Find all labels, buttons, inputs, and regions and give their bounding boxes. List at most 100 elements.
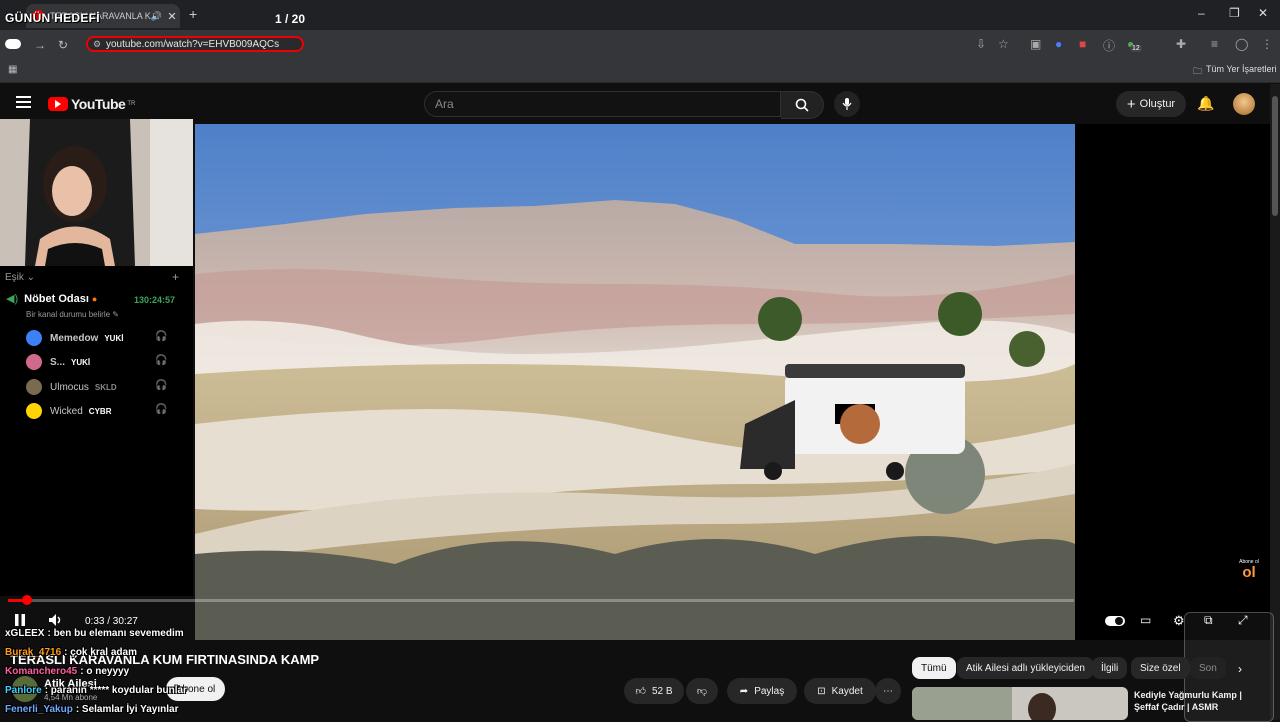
thumbnail-image xyxy=(912,687,1128,720)
create-label: Oluştur xyxy=(1139,98,1176,110)
video-scene xyxy=(195,124,1075,640)
discord-channel[interactable]: ◀) Nöbet Odası ● xyxy=(6,292,98,306)
discord-add-icon[interactable]: + xyxy=(172,270,179,284)
member-badge: YUKİ xyxy=(104,333,124,343)
profile-dot-icon[interactable] xyxy=(5,39,21,49)
watermark-logo-icon: ol xyxy=(1242,564,1256,581)
progress-scrubber[interactable] xyxy=(22,595,32,605)
notifications-bell-icon[interactable]: 🔔 xyxy=(1197,95,1214,112)
folder-icon: 🗀 xyxy=(1193,66,1203,76)
account-avatar[interactable] xyxy=(1233,93,1255,115)
media-control-icon[interactable]: ≡ xyxy=(1211,37,1218,51)
chat-message: Panlore: paranın ***** koydular bunlar xyxy=(5,685,187,696)
url-field[interactable]: ⚙ youtube.com/watch?v=EHVB009AQCs xyxy=(86,36,304,52)
webcam-overlay xyxy=(0,119,193,266)
extension-red-icon[interactable]: ■ xyxy=(1079,37,1086,51)
forward-icon[interactable]: → xyxy=(34,38,46,52)
member-name: Memedow xyxy=(50,332,99,344)
share-button[interactable]: ➦ Paylaş xyxy=(727,678,797,704)
recommendation-thumbnail[interactable] xyxy=(912,687,1128,720)
site-info-icon[interactable]: ⚙ xyxy=(93,39,101,50)
member-name: Wicked xyxy=(50,405,83,417)
scrollbar-thumb[interactable] xyxy=(1272,96,1278,216)
tab-close-icon[interactable]: ✕ xyxy=(164,10,180,23)
extension-blue-icon[interactable]: ● xyxy=(1055,37,1062,51)
chat-user: Burak_4716 xyxy=(5,647,62,658)
chips-next-icon[interactable]: › xyxy=(1238,662,1242,676)
window-close-button[interactable]: ✕ xyxy=(1258,6,1268,20)
member-name: Ulmocus xyxy=(50,381,89,393)
search-button[interactable] xyxy=(781,91,824,119)
extension-icon[interactable]: ▣ xyxy=(1030,37,1041,51)
recommendation-title[interactable]: Kediyle Yağmurlu Kamp | Şeffaf Çadır | A… xyxy=(1134,689,1264,713)
youtube-logo[interactable]: YouTube TR xyxy=(48,96,135,112)
new-tab-button[interactable]: + xyxy=(189,6,197,22)
voice-member[interactable]: Ulmocus SKLD xyxy=(26,379,117,395)
voice-member[interactable]: Wicked CYBR xyxy=(26,403,111,419)
progress-bar[interactable] xyxy=(8,599,1074,602)
voice-timer: 130:24:57 xyxy=(134,295,176,305)
chip-uploader[interactable]: Atik Ailesi adlı yükleyiciden xyxy=(957,657,1094,679)
fire-icon: ● xyxy=(91,293,98,304)
maximize-button[interactable]: ❐ xyxy=(1229,6,1240,20)
bookmark-icon: ⊡ xyxy=(817,685,826,697)
apps-grid-icon[interactable]: ▦ xyxy=(8,64,17,75)
save-button[interactable]: ⊡ Kaydet xyxy=(804,678,876,704)
member-avatar xyxy=(26,403,42,419)
autoplay-knob xyxy=(1115,617,1123,625)
youtube-play-icon xyxy=(48,97,68,111)
country-code: TR xyxy=(127,101,136,107)
autoplay-toggle[interactable] xyxy=(1105,616,1125,626)
voice-member[interactable]: S... YUKİ xyxy=(26,354,90,370)
bookmark-star-icon[interactable]: ☆ xyxy=(998,37,1009,51)
chat-message: xGLEEX: ben bu elemanı sevemedim xyxy=(5,628,184,639)
chat-text: : ben bu elemanı sevemedim xyxy=(47,628,184,639)
extensions-puzzle-icon[interactable]: ✚ xyxy=(1176,37,1186,51)
chat-message: Burak_4716: çok kral adam xyxy=(5,647,137,658)
dislike-button[interactable]: 👎︎ xyxy=(686,678,718,704)
time-display: 0:33 / 30:27 xyxy=(85,616,138,627)
microphone-icon xyxy=(842,98,852,110)
voice-member[interactable]: Memedow YUKİ xyxy=(26,330,123,346)
member-badge: CYBR xyxy=(88,406,112,416)
pause-icon xyxy=(15,614,25,626)
chip-all[interactable]: Tümü xyxy=(912,657,956,679)
search-input[interactable]: Ara xyxy=(424,91,781,117)
minimize-button[interactable]: – xyxy=(1198,6,1205,20)
like-button[interactable]: 👍︎ 52 B xyxy=(624,678,684,704)
hamburger-menu-icon[interactable] xyxy=(16,96,31,108)
like-count: 52 B xyxy=(651,685,673,697)
profile-icon[interactable]: ◯ xyxy=(1235,37,1248,51)
extension-info-icon[interactable]: ⓘ xyxy=(1103,37,1115,54)
voice-search-button[interactable] xyxy=(834,91,860,117)
subtitles-icon[interactable]: ▭ xyxy=(1140,613,1151,627)
install-app-icon[interactable]: ⇩ xyxy=(976,37,986,51)
member-avatar xyxy=(26,330,42,346)
member-badge: YUKİ xyxy=(71,357,91,367)
chip-for-you[interactable]: Size özel xyxy=(1131,657,1190,679)
chip-recent[interactable]: Son xyxy=(1190,657,1226,679)
extension-badge: 12 xyxy=(1130,45,1142,52)
chat-user: Komanchero45 xyxy=(5,666,78,677)
url-text: youtube.com/watch?v=EHVB009AQCs xyxy=(106,38,280,50)
create-button[interactable]: + Oluştur xyxy=(1116,91,1186,117)
chip-related[interactable]: İlgili xyxy=(1092,657,1128,679)
thumbs-down-icon: 👎︎ xyxy=(696,686,708,697)
voice-channel-icon: ◀) xyxy=(6,293,19,305)
volume-icon xyxy=(49,614,61,626)
thumbs-up-icon: 👍︎ xyxy=(635,686,646,697)
discord-section-label[interactable]: Eşik ⌄ xyxy=(5,272,35,283)
subscribe-watermark[interactable]: Abone ol ol xyxy=(1237,559,1261,585)
audio-icon[interactable]: 🔊 xyxy=(151,11,162,22)
chat-message: Komanchero45: o neyyyy xyxy=(5,666,129,677)
all-bookmarks-button[interactable]: 🗀 Tüm Yer İşaretleri xyxy=(1193,64,1277,80)
browser-menu-icon[interactable]: ⋮ xyxy=(1261,37,1273,51)
reload-icon[interactable]: ↻ xyxy=(58,38,68,52)
video-frame[interactable] xyxy=(195,124,1075,640)
more-actions-button[interactable]: ⋯ xyxy=(875,678,901,704)
chat-text: : çok kral adam xyxy=(64,647,137,658)
share-label: Paylaş xyxy=(754,685,785,697)
settings-gear-icon[interactable]: ⚙ xyxy=(1173,613,1185,629)
chat-user: Panlore xyxy=(5,685,42,696)
channel-status-input[interactable]: Bir kanal durumu belirle ✎ xyxy=(26,310,119,319)
